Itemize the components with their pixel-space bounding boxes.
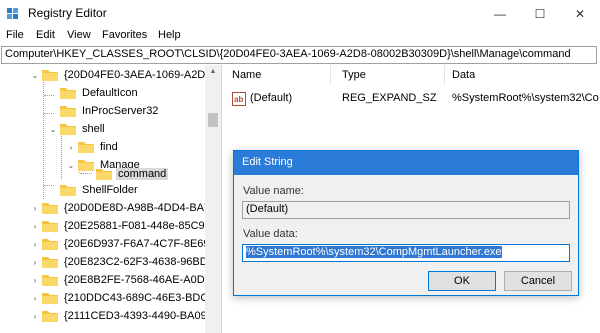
- folder-open-icon: [60, 124, 76, 135]
- menu-bar: File Edit View Favorites Help: [0, 28, 600, 45]
- tree-label: {20E25881-F081-448e-85C9-47: [64, 220, 221, 232]
- registry-tree: ⌄ {20D04FE0-3AEA-1069-A2D8-0 DefaultIcon…: [0, 65, 222, 333]
- column-header-data[interactable]: Data: [452, 69, 475, 81]
- chevron-down-icon[interactable]: ⌄: [66, 161, 76, 170]
- tree-label: InProcServer32: [82, 105, 159, 117]
- tree-label: {20E823C2-62F3-4638-96BD-9: [64, 256, 218, 268]
- value-data-selected-text: %SystemRoot%\system32\CompMgmtLauncher.e…: [246, 246, 502, 258]
- tree-label: ShellFolder: [82, 184, 138, 196]
- tree-label: {210DDC43-689C-46E3-BDC1-: [64, 292, 219, 304]
- column-header-name[interactable]: Name: [232, 69, 261, 81]
- registry-editor-icon: [7, 8, 18, 19]
- table-row[interactable]: ab (Default) REG_EXPAND_SZ %SystemRoot%\…: [226, 90, 600, 108]
- address-bar[interactable]: Computer\HKEY_CLASSES_ROOT\CLSID\{20D04F…: [1, 46, 597, 64]
- string-value-icon: ab: [232, 92, 246, 106]
- folder-icon: [42, 311, 58, 322]
- tree-node-clsid[interactable]: › {20E6D937-F6A7-4C7F-8E69-7: [30, 235, 221, 253]
- ok-button[interactable]: OK: [428, 271, 496, 291]
- menu-edit[interactable]: Edit: [36, 29, 55, 41]
- scroll-thumb[interactable]: [208, 113, 218, 127]
- chevron-right-icon[interactable]: ›: [30, 240, 40, 249]
- chevron-right-icon[interactable]: ›: [30, 222, 40, 231]
- svg-text:ab: ab: [234, 95, 243, 104]
- tree-node-clsid[interactable]: › {20E823C2-62F3-4638-96BD-9: [30, 253, 220, 271]
- folder-icon: [42, 70, 58, 81]
- value-name-label: Value name:: [243, 185, 304, 197]
- chevron-down-icon[interactable]: ⌄: [30, 71, 40, 80]
- tree-node-clsid[interactable]: › {2111CED3-4393-4490-BA09-0: [30, 307, 218, 325]
- tree-label: {20E8B2FE-7568-46AE-A0DB-7: [64, 274, 222, 286]
- maximize-icon: ☐: [534, 7, 546, 21]
- tree-node-shell[interactable]: ⌄ shell: [48, 120, 107, 138]
- chevron-right-icon[interactable]: ›: [66, 143, 76, 152]
- value-name: (Default): [250, 92, 293, 104]
- maximize-button[interactable]: ☐: [520, 0, 560, 28]
- menu-view[interactable]: View: [67, 29, 91, 41]
- chevron-right-icon[interactable]: ›: [30, 276, 40, 285]
- tree-label: {20E6D937-F6A7-4C7F-8E69-7: [64, 238, 220, 250]
- tree-node-inprocserver32[interactable]: InProcServer32: [48, 102, 160, 120]
- close-button[interactable]: ✕: [560, 0, 600, 28]
- folder-icon: [42, 275, 58, 286]
- chevron-right-icon[interactable]: ›: [30, 312, 40, 321]
- value-type: REG_EXPAND_SZ: [342, 92, 437, 104]
- column-header-type[interactable]: Type: [342, 69, 366, 81]
- tree-scrollbar[interactable]: ▲: [205, 65, 221, 333]
- window-titlebar: Registry Editor — ☐ ✕: [0, 0, 600, 28]
- menu-help[interactable]: Help: [158, 29, 181, 41]
- minimize-icon: —: [494, 7, 506, 21]
- chevron-right-icon[interactable]: ›: [30, 204, 40, 213]
- window-title: Registry Editor: [28, 6, 107, 20]
- value-data-input[interactable]: %SystemRoot%\system32\CompMgmtLauncher.e…: [242, 244, 570, 262]
- folder-icon: [60, 88, 76, 99]
- cancel-button[interactable]: Cancel: [504, 271, 572, 291]
- folder-icon: [42, 293, 58, 304]
- folder-icon: [42, 221, 58, 232]
- tree-node-clsid[interactable]: › {20E8B2FE-7568-46AE-A0DB-7: [30, 271, 222, 289]
- column-separator[interactable]: [330, 65, 331, 85]
- menu-file[interactable]: File: [6, 29, 24, 41]
- chevron-right-icon[interactable]: ›: [30, 258, 40, 267]
- tree-label-selected: command: [116, 168, 169, 180]
- tree-node-clsid[interactable]: › {20E25881-F081-448e-85C9-47: [30, 217, 221, 235]
- edit-string-dialog: Edit String Value name: (Default) Value …: [233, 150, 579, 296]
- minimize-button[interactable]: —: [480, 0, 520, 28]
- tree-node-clsid-computer[interactable]: ⌄ {20D04FE0-3AEA-1069-A2D8-0: [30, 66, 222, 84]
- tree-label: {2111CED3-4393-4490-BA09-0: [64, 310, 217, 322]
- menu-favorites[interactable]: Favorites: [102, 29, 147, 41]
- value-name-field[interactable]: (Default): [242, 201, 570, 219]
- tree-node-defaulticon[interactable]: DefaultIcon: [48, 84, 140, 102]
- chevron-right-icon[interactable]: ›: [30, 294, 40, 303]
- close-icon: ✕: [574, 7, 586, 21]
- folder-icon: [42, 257, 58, 268]
- folder-icon: [42, 203, 58, 214]
- chevron-down-icon[interactable]: ⌄: [48, 125, 58, 134]
- tree-node-clsid[interactable]: › {20D0DE8D-A98B-4DD4-BA78: [30, 199, 218, 217]
- folder-icon: [42, 239, 58, 250]
- value-data: %SystemRoot%\system32\Co: [452, 92, 599, 104]
- tree-label: {20D0DE8D-A98B-4DD4-BA78: [64, 202, 217, 214]
- tree-node-shellfolder[interactable]: ShellFolder: [48, 181, 140, 199]
- value-data-label: Value data:: [243, 228, 298, 240]
- dialog-title: Edit String: [242, 156, 293, 168]
- column-separator[interactable]: [444, 65, 445, 85]
- tree-label: find: [100, 141, 118, 153]
- dialog-titlebar: Edit String: [234, 151, 578, 175]
- tree-node-clsid[interactable]: › {210DDC43-689C-46E3-BDC1-: [30, 289, 220, 307]
- folder-icon: [96, 169, 112, 180]
- folder-icon: [60, 106, 76, 117]
- tree-label: {20D04FE0-3AEA-1069-A2D8-0: [64, 69, 222, 81]
- tree-node-find[interactable]: › find: [66, 138, 120, 156]
- folder-icon: [78, 142, 94, 153]
- tree-label: shell: [82, 123, 105, 135]
- folder-icon: [60, 185, 76, 196]
- tree-label: DefaultIcon: [82, 87, 138, 99]
- scroll-up-icon[interactable]: ▲: [205, 65, 221, 79]
